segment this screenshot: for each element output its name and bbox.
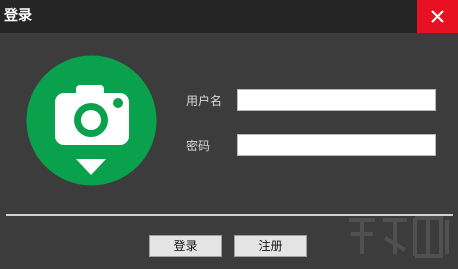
register-button[interactable]: 注册 [234, 235, 307, 257]
watermark-logo [349, 216, 449, 258]
close-icon [431, 10, 444, 23]
window-title: 登录 [4, 8, 32, 24]
password-label: 密码 [186, 139, 211, 153]
title-bar: 登录 [0, 0, 458, 33]
password-input[interactable] [237, 134, 436, 156]
username-input[interactable] [237, 89, 436, 111]
close-button[interactable] [417, 0, 458, 33]
login-button[interactable]: 登录 [149, 235, 222, 257]
camera-logo-icon [26, 55, 157, 186]
username-label: 用户名 [186, 94, 223, 108]
